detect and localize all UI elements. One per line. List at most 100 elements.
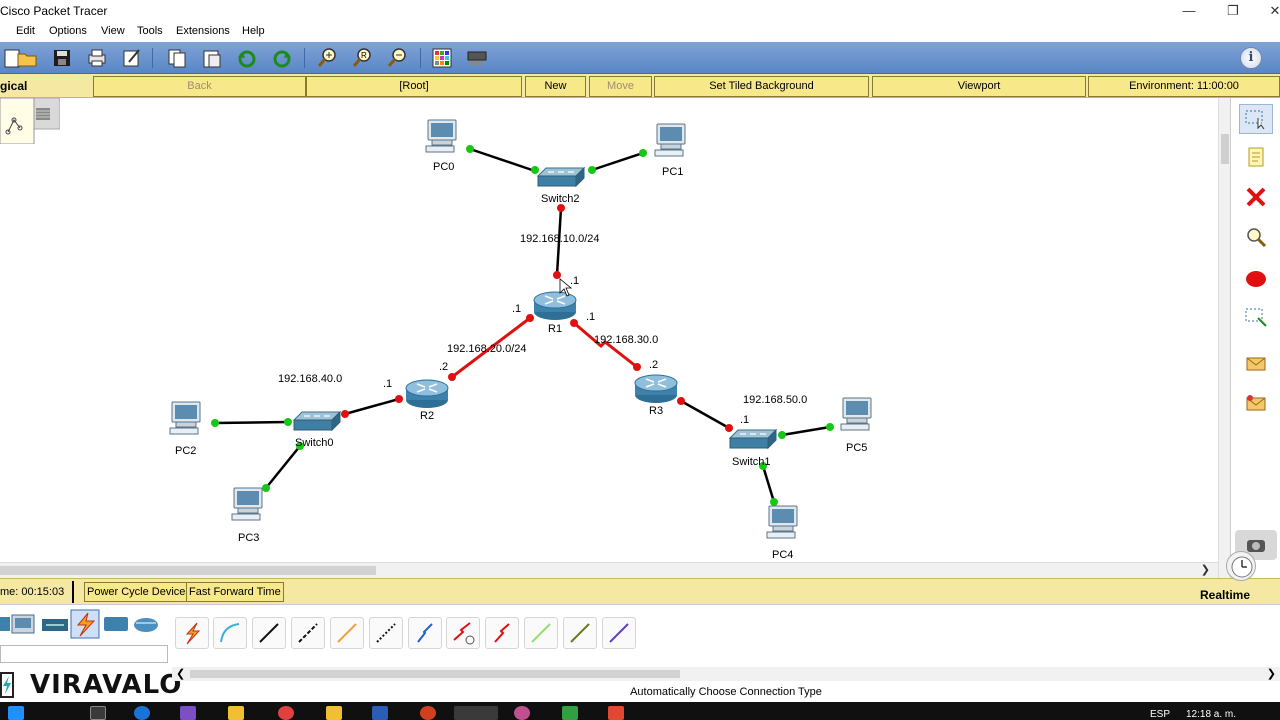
complex-pdu-icon[interactable] xyxy=(1239,388,1273,418)
console-cable-icon[interactable] xyxy=(213,617,247,649)
activity-wizard-icon[interactable] xyxy=(120,46,144,70)
explorer-icon[interactable] xyxy=(228,706,244,720)
power-cycle-button[interactable]: Power Cycle Devices xyxy=(84,582,194,602)
link-switch2-pc1[interactable] xyxy=(591,151,644,172)
viewport-button[interactable]: Viewport xyxy=(872,76,1086,97)
word-icon[interactable] xyxy=(372,706,388,720)
scroll-right-icon[interactable]: ❯ xyxy=(1201,563,1210,576)
open-icon[interactable] xyxy=(15,46,39,70)
visual-studio-icon[interactable] xyxy=(180,706,196,720)
copper-straight-icon[interactable] xyxy=(252,617,286,649)
pc2-device[interactable] xyxy=(169,401,201,435)
panel-scrollbar[interactable]: ❮ ❯ xyxy=(172,667,1280,681)
copper-cross-icon[interactable] xyxy=(291,617,325,649)
tiled-background-button[interactable]: Set Tiled Background xyxy=(654,76,869,97)
browser-icon[interactable] xyxy=(134,706,150,720)
iot-cable-icon[interactable] xyxy=(563,617,597,649)
zoom-out-icon[interactable] xyxy=(385,46,409,70)
back-button[interactable]: Back xyxy=(93,76,306,97)
logical-workspace-canvas[interactable]: PC0 PC1 Switch2 R1 R2 R3 Switch0 Switch1… xyxy=(0,98,1218,562)
pc5-device[interactable] xyxy=(840,397,872,431)
clock-icon[interactable] xyxy=(1226,551,1256,581)
device-search-field[interactable] xyxy=(0,645,168,663)
inspect-icon[interactable] xyxy=(1239,222,1273,252)
palette-icon[interactable] xyxy=(430,46,454,70)
media-icon[interactable] xyxy=(420,706,436,720)
print-icon[interactable] xyxy=(85,46,109,70)
folder-icon[interactable] xyxy=(326,706,342,720)
simple-pdu-icon[interactable] xyxy=(1239,348,1273,378)
info-icon[interactable]: i xyxy=(1240,47,1262,69)
usb-cable-icon[interactable] xyxy=(602,617,636,649)
custom-device-icon[interactable] xyxy=(465,46,489,70)
link-switch0-pc3[interactable] xyxy=(265,445,301,489)
menu-options[interactable]: Options xyxy=(49,25,87,37)
link-switch1-pc5[interactable] xyxy=(781,425,831,437)
app-icon[interactable] xyxy=(514,706,530,720)
router-category-icon[interactable] xyxy=(0,617,10,631)
link-pc0-switch2[interactable] xyxy=(469,147,536,173)
move-object-button[interactable]: Move Object xyxy=(589,76,652,111)
fast-forward-button[interactable]: Fast Forward Time xyxy=(186,582,284,602)
task-view-icon[interactable] xyxy=(90,706,106,720)
pc1-device[interactable] xyxy=(654,123,686,157)
paste-icon[interactable] xyxy=(200,46,224,70)
scrollbar-thumb[interactable] xyxy=(0,566,376,575)
hub-category-icon[interactable] xyxy=(104,617,128,631)
r2-device[interactable] xyxy=(405,379,449,409)
menu-view[interactable]: View xyxy=(101,25,125,37)
system-clock[interactable]: 12:18 a. m. xyxy=(1186,709,1236,720)
start-icon[interactable] xyxy=(8,706,24,720)
scrollbar-thumb[interactable] xyxy=(1221,134,1229,164)
pc3-device[interactable] xyxy=(231,487,263,521)
wireless-category-icon[interactable] xyxy=(134,618,158,632)
scroll-left-icon[interactable]: ❮ xyxy=(176,667,185,680)
draw-ellipse-icon[interactable] xyxy=(1239,264,1273,294)
menu-edit[interactable]: Edit xyxy=(16,25,35,37)
restore-icon[interactable]: ❐ xyxy=(1218,2,1248,20)
root-button[interactable]: [Root] xyxy=(306,76,522,97)
keyboard-language[interactable]: ESP xyxy=(1150,709,1170,720)
r3-device[interactable] xyxy=(634,374,678,404)
resize-icon[interactable] xyxy=(1239,302,1273,332)
link-switch1-pc4[interactable] xyxy=(761,465,776,503)
phone-cable-icon[interactable] xyxy=(369,617,403,649)
pc4-device[interactable] xyxy=(766,505,798,539)
serial-dte-icon[interactable] xyxy=(485,617,519,649)
end-devices-category-icon[interactable] xyxy=(11,614,35,634)
minimize-icon[interactable]: — xyxy=(1174,2,1204,20)
save-icon[interactable] xyxy=(50,46,74,70)
auto-connection-icon[interactable] xyxy=(175,617,209,649)
menu-extensions[interactable]: Extensions xyxy=(176,25,230,37)
canvas-vertical-scrollbar[interactable] xyxy=(1218,98,1230,578)
canvas-horizontal-scrollbar[interactable]: ❯ xyxy=(0,562,1218,578)
pc0-device[interactable] xyxy=(425,119,457,153)
menu-tools[interactable]: Tools xyxy=(137,25,163,37)
redo-icon[interactable] xyxy=(270,46,294,70)
realtime-mode-tab[interactable]: Realtime xyxy=(1200,588,1250,602)
packet-tracer-task-icon[interactable] xyxy=(454,706,498,720)
presentation-icon[interactable] xyxy=(608,706,624,720)
link-pc2-switch0[interactable] xyxy=(214,420,289,425)
serial-dce-icon[interactable] xyxy=(446,617,480,649)
close-icon[interactable]: ✕ xyxy=(1260,2,1280,20)
link-r2-switch0[interactable] xyxy=(344,397,400,416)
connections-category-icon[interactable] xyxy=(70,609,100,639)
new-cluster-button[interactable]: New Cluster xyxy=(525,76,586,111)
fiber-icon[interactable] xyxy=(330,617,364,649)
coaxial-icon[interactable] xyxy=(408,617,442,649)
menu-help[interactable]: Help xyxy=(242,25,265,37)
switch1-device[interactable] xyxy=(729,429,777,449)
copy-icon[interactable] xyxy=(165,46,189,70)
switch0-device[interactable] xyxy=(293,411,341,431)
switch2-device[interactable] xyxy=(537,167,585,187)
zoom-in-icon[interactable] xyxy=(315,46,339,70)
zoom-reset-icon[interactable]: R xyxy=(350,46,374,70)
select-icon[interactable] xyxy=(1239,104,1273,134)
delete-icon[interactable] xyxy=(1239,182,1273,212)
scrollbar-thumb[interactable] xyxy=(190,670,680,678)
octal-cable-icon[interactable] xyxy=(524,617,558,649)
logical-label[interactable]: gical xyxy=(0,79,27,93)
app-icon[interactable] xyxy=(278,706,294,720)
note-icon[interactable] xyxy=(1239,142,1273,172)
